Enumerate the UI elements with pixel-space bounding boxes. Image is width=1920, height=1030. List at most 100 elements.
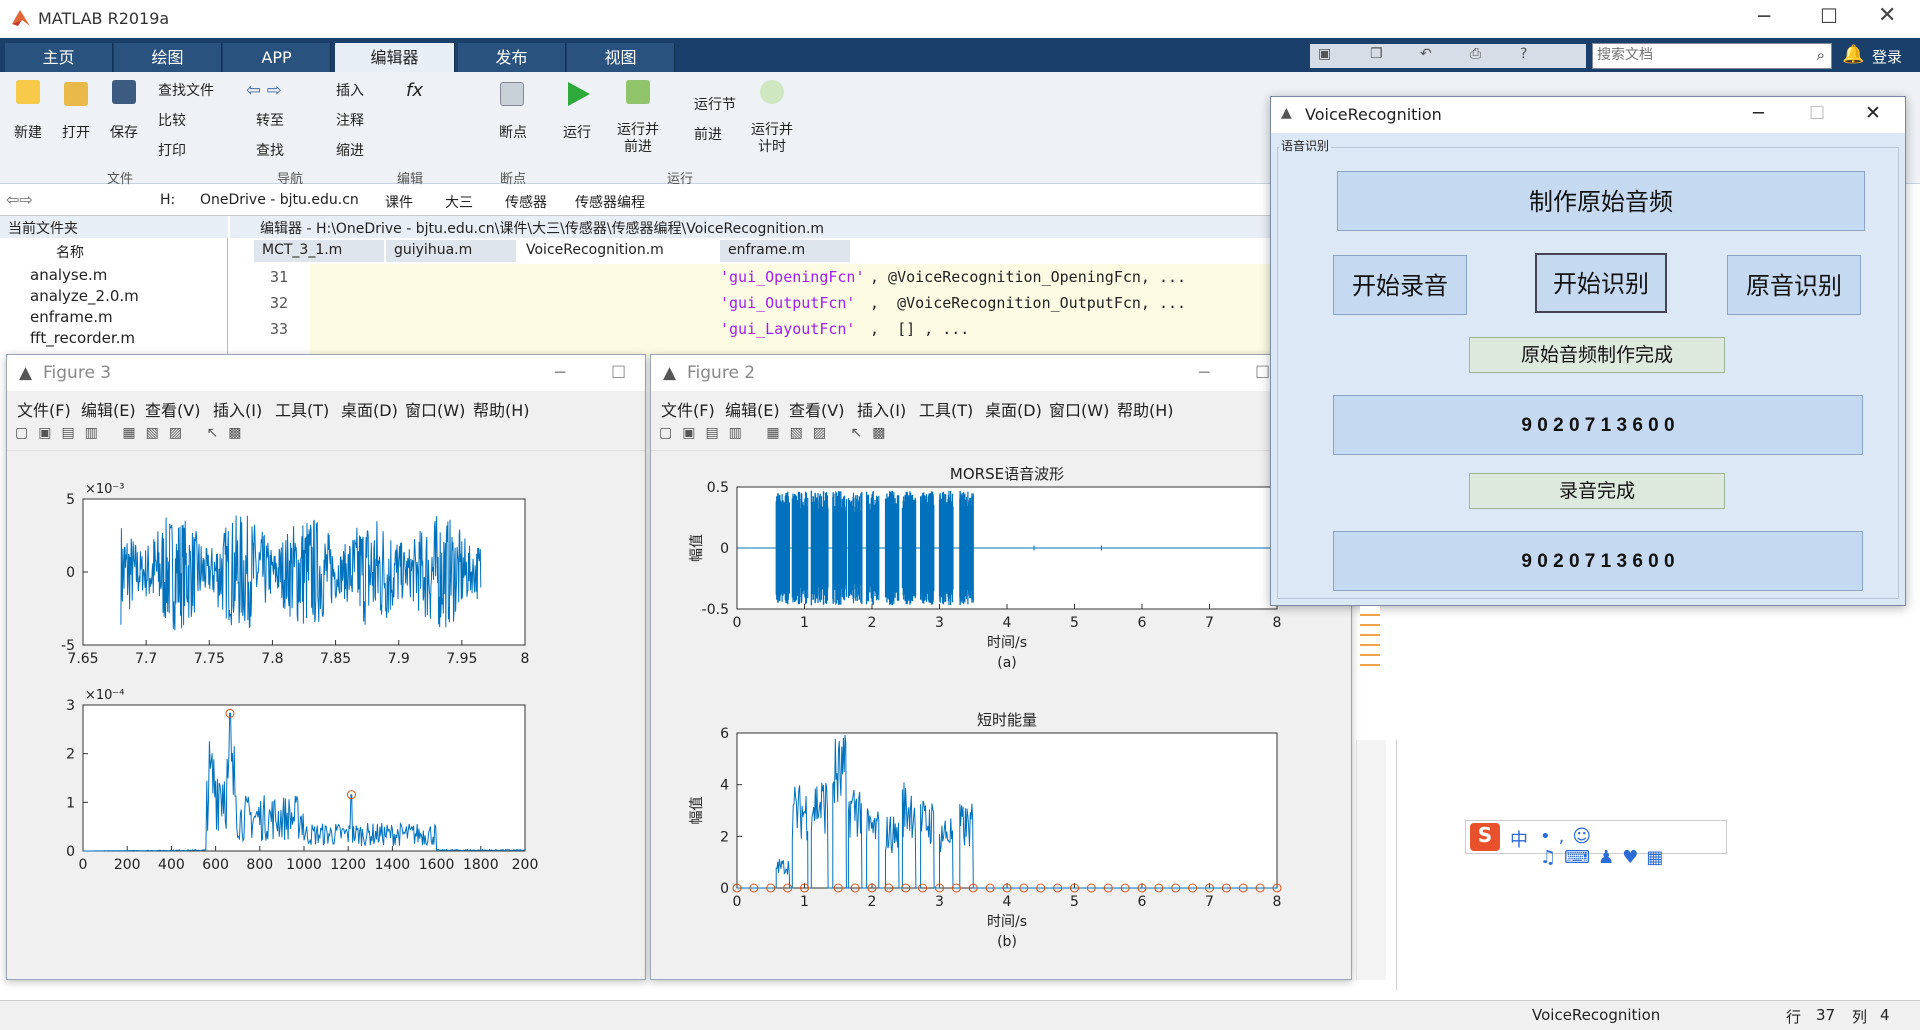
find-files-button[interactable]: 查找文件	[158, 80, 214, 100]
file-item[interactable]: analyze_2.0.m	[30, 287, 220, 308]
sogou-icon[interactable]: S	[1470, 823, 1500, 851]
x-tick-label: 4	[1003, 615, 1012, 631]
menu-insert[interactable]: 插入(I)	[213, 397, 262, 421]
indent-button[interactable]: 缩进	[336, 140, 364, 160]
group-run: 运行	[666, 172, 693, 187]
advance-button[interactable]: 前进	[694, 124, 722, 144]
editor-tab[interactable]: enframe.m	[720, 240, 850, 262]
code-string: 'gui_OutputFcn'	[720, 294, 856, 312]
make-audio-button[interactable]: 制作原始音频	[1337, 171, 1865, 231]
minimize-icon[interactable]: ─	[1753, 103, 1764, 124]
matlab-figure-icon: ▲	[1281, 105, 1292, 121]
code-string: 'gui_OpeningFcn'	[720, 268, 865, 286]
start-record-button[interactable]: 开始录音	[1333, 255, 1467, 315]
menu-desktop[interactable]: 桌面(D)	[985, 397, 1042, 421]
original-recognize-button[interactable]: 原音识别	[1727, 255, 1861, 315]
menu-help[interactable]: 帮助(H)	[473, 397, 530, 421]
breakpoints-button[interactable]: 断点	[488, 122, 538, 142]
ime-language[interactable]: 中	[1510, 826, 1528, 852]
menu-window[interactable]: 窗口(W)	[405, 397, 465, 421]
find-button[interactable]: 查找	[256, 140, 284, 160]
menu-edit[interactable]: 编辑(E)	[81, 397, 136, 421]
figure-2-window: ▲ Figure 2 ─ ☐ 文件(F) 编辑(E) 查看(V) 插入(I) 工…	[650, 354, 1352, 980]
help-icon[interactable]: ?	[1520, 46, 1527, 62]
close-icon[interactable]: ✕	[1878, 3, 1896, 28]
minimize-icon[interactable]: ─	[1199, 355, 1209, 391]
print-icon[interactable]: ⎙	[1470, 46, 1481, 62]
drive-label[interactable]: H:	[160, 192, 175, 208]
insert-button[interactable]: 插入	[336, 80, 364, 100]
run-button[interactable]: 运行	[552, 122, 602, 142]
x-tick-label: 7.9	[388, 651, 410, 667]
tab-home[interactable]: 主页	[5, 43, 113, 72]
code-text: , @VoiceRecognition_OutputFcn, ...	[870, 294, 1187, 312]
minimize-icon[interactable]: ─	[1758, 4, 1770, 28]
menu-window[interactable]: 窗口(W)	[1049, 397, 1109, 421]
run-advance-button[interactable]: 运行并前进	[612, 122, 664, 156]
fx-icon[interactable]: fx	[406, 80, 423, 101]
close-icon[interactable]: ✕	[1865, 102, 1881, 124]
breadcrumb-1[interactable]: 课件	[385, 192, 413, 212]
save-button[interactable]: 保存	[102, 122, 146, 142]
menu-view[interactable]: 查看(V)	[789, 397, 844, 421]
menu-desktop[interactable]: 桌面(D)	[341, 397, 398, 421]
search-icon[interactable]: ⌕	[1817, 46, 1825, 64]
maximize-icon[interactable]: ☐	[1255, 355, 1270, 391]
menu-edit[interactable]: 编辑(E)	[725, 397, 780, 421]
open-button[interactable]: 打开	[54, 122, 98, 142]
maximize-icon[interactable]: ☐	[1809, 103, 1825, 124]
editor-tab[interactable]: MCT_3_1.m	[254, 240, 384, 262]
doc-search-input[interactable]	[1593, 44, 1798, 66]
copy-icon[interactable]: ❐	[1370, 46, 1383, 62]
menu-help[interactable]: 帮助(H)	[1117, 397, 1174, 421]
file-item[interactable]: fft_recorder.m	[30, 329, 220, 350]
file-item[interactable]: analyse.m	[30, 266, 220, 287]
x-tick-label: 800	[246, 857, 273, 873]
menu-tools[interactable]: 工具(T)	[919, 397, 973, 421]
editor-tab-active[interactable]: VoiceRecognition.m	[518, 240, 718, 262]
menu-view[interactable]: 查看(V)	[145, 397, 200, 421]
tab-apps[interactable]: APP	[223, 43, 331, 72]
x-tick-label: 7.85	[320, 651, 351, 667]
ime-tool-icons[interactable]: •,☺♫⌨♟♥▦	[1540, 826, 1726, 868]
bell-icon[interactable]: 🔔	[1842, 44, 1864, 65]
doc-search[interactable]: ⌕	[1592, 43, 1832, 69]
menu-file[interactable]: 文件(F)	[17, 397, 71, 421]
file-item[interactable]: enframe.m	[30, 308, 220, 329]
breadcrumb-2[interactable]: 大三	[445, 192, 473, 212]
editor-tab[interactable]: guiyihua.m	[386, 240, 516, 262]
menu-insert[interactable]: 插入(I)	[857, 397, 906, 421]
start-recognize-button[interactable]: 开始识别	[1535, 253, 1667, 313]
print-button[interactable]: 打印	[158, 140, 186, 160]
toolbar-icons[interactable]: ▢▣▤▥ ▦▧▨ ↖▩	[659, 425, 895, 441]
login-link[interactable]: 登录	[1872, 46, 1902, 67]
nav-arrows-icon[interactable]: ⇦⇨	[6, 190, 33, 209]
breadcrumb-4[interactable]: 传感器编程	[575, 192, 645, 212]
vertical-scrollbar[interactable]	[1356, 740, 1386, 980]
tab-view[interactable]: 视图	[567, 43, 675, 72]
tab-plots[interactable]: 绘图	[114, 43, 222, 72]
compare-button[interactable]: 比较	[158, 110, 186, 130]
goto-button[interactable]: 转至	[256, 110, 284, 130]
column-name[interactable]: 名称	[56, 242, 84, 262]
run-time-button[interactable]: 运行并计时	[746, 122, 798, 156]
run-section-button[interactable]: 运行节	[694, 94, 736, 114]
code-area[interactable]: 31 'gui_OpeningFcn' , @VoiceRecognition_…	[270, 264, 1410, 356]
breadcrumb-3[interactable]: 传感器	[505, 192, 547, 212]
breadcrumb-0[interactable]: OneDrive - bjtu.edu.cn	[200, 192, 359, 208]
status-label-1: 原始音频制作完成	[1469, 337, 1725, 373]
undo-icon[interactable]: ↶	[1420, 46, 1432, 62]
save-icon[interactable]: ▣	[1318, 46, 1331, 62]
maximize-icon[interactable]: ☐	[1820, 4, 1838, 28]
matlab-figure-icon: ▲	[663, 363, 677, 383]
tab-publish[interactable]: 发布	[458, 43, 566, 72]
menu-file[interactable]: 文件(F)	[661, 397, 715, 421]
maximize-icon[interactable]: ☐	[611, 355, 626, 391]
comment-button[interactable]: 注释	[336, 110, 364, 130]
new-button[interactable]: 新建	[6, 122, 50, 142]
tab-editor[interactable]: 编辑器	[335, 43, 455, 72]
minimize-icon[interactable]: ─	[555, 355, 565, 391]
toolbar-icons[interactable]: ▢▣▤▥ ▦▧▨ ↖▩	[15, 425, 251, 441]
back-forward-icon[interactable]: ⇦ ⇨	[246, 80, 282, 101]
menu-tools[interactable]: 工具(T)	[275, 397, 329, 421]
